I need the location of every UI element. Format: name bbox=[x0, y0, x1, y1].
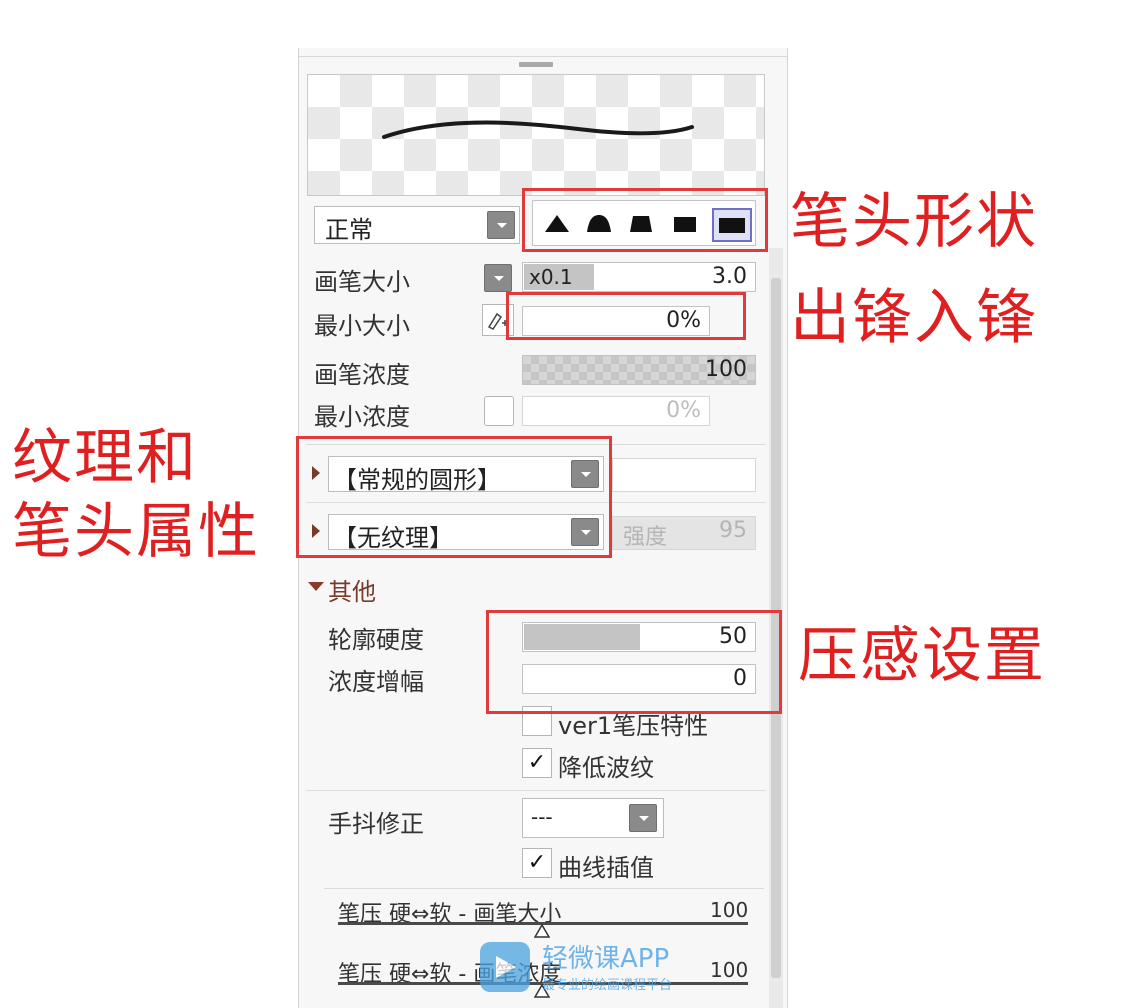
watermark: 轻微课APP 最专业的绘画课程平台 bbox=[476, 936, 706, 1000]
texture-strength-label: 强度 bbox=[623, 525, 668, 550]
edge-hardness-label: 轮廓硬度 bbox=[328, 626, 424, 654]
min-density-slider[interactable]: 0% bbox=[522, 396, 710, 426]
blend-mode-select[interactable]: 正常 bbox=[314, 206, 520, 244]
annotation-texture-line2: 笔头属性 bbox=[12, 497, 260, 567]
stabilizer-select[interactable]: --- bbox=[522, 798, 664, 838]
stroke-preview-curve bbox=[382, 120, 694, 139]
pressure-highlight-box bbox=[486, 610, 782, 714]
stabilizer-label: 手抖修正 bbox=[328, 810, 424, 838]
app-logo-icon bbox=[480, 942, 530, 992]
chevron-down-icon[interactable] bbox=[487, 211, 515, 239]
brush-size-label: 画笔大小 bbox=[314, 268, 410, 296]
min-density-pressure-checkbox[interactable] bbox=[484, 396, 514, 426]
brush-size-value: 3.0 bbox=[712, 264, 747, 289]
reduce-ripple-checkbox[interactable]: ✓ bbox=[522, 748, 552, 778]
curve-interp-label: 曲线插值 bbox=[558, 854, 654, 882]
panel-resize-grip[interactable] bbox=[519, 62, 553, 67]
texture-strength-value: 95 bbox=[719, 518, 747, 543]
min-density-label: 最小浓度 bbox=[314, 403, 410, 431]
brush-size-multiplier: x0.1 bbox=[529, 265, 573, 289]
brush-size-slider[interactable]: x0.1 3.0 bbox=[522, 262, 756, 292]
taper-highlight-box bbox=[506, 292, 746, 340]
divider bbox=[306, 790, 766, 791]
brush-size-multiplier-dropdown[interactable] bbox=[484, 264, 512, 292]
annotation-taper: 出锋入锋 bbox=[790, 283, 1038, 353]
chevron-down-icon[interactable] bbox=[629, 804, 657, 832]
divider bbox=[324, 888, 764, 889]
other-section-label[interactable]: 其他 bbox=[328, 572, 376, 607]
brush-shape-strength-field[interactable] bbox=[612, 458, 756, 492]
brush-density-label: 画笔浓度 bbox=[314, 361, 410, 389]
brush-stroke-preview bbox=[307, 74, 765, 196]
panel-top-border bbox=[299, 56, 787, 57]
density-gain-label: 浓度增幅 bbox=[328, 668, 424, 696]
curve-interp-checkbox[interactable]: ✓ bbox=[522, 848, 552, 878]
blend-mode-value: 正常 bbox=[325, 216, 373, 244]
min-size-label: 最小大小 bbox=[314, 312, 410, 340]
texture-highlight-box bbox=[296, 436, 612, 558]
annotation-texture-line1: 纹理和 bbox=[12, 423, 198, 493]
collapse-other-icon[interactable] bbox=[308, 582, 324, 591]
annotation-tip-shape: 笔头形状 bbox=[790, 187, 1038, 257]
pressure-density-value: 100 bbox=[710, 958, 749, 982]
pressure-size-value: 100 bbox=[710, 898, 749, 922]
min-density-value: 0% bbox=[666, 398, 701, 423]
reduce-ripple-label: 降低波纹 bbox=[558, 754, 654, 782]
tip-shape-highlight-box bbox=[522, 188, 768, 252]
brush-density-value: 100 bbox=[705, 357, 747, 382]
annotation-pressure: 压感设置 bbox=[798, 621, 1046, 691]
brush-density-slider[interactable]: 100 bbox=[522, 355, 756, 385]
watermark-title: 轻微课APP bbox=[542, 944, 670, 974]
texture-strength-slider[interactable]: 强度 95 bbox=[612, 516, 756, 550]
stabilizer-value: --- bbox=[531, 805, 553, 829]
watermark-subtitle: 最专业的绘画课程平台 bbox=[542, 978, 673, 993]
